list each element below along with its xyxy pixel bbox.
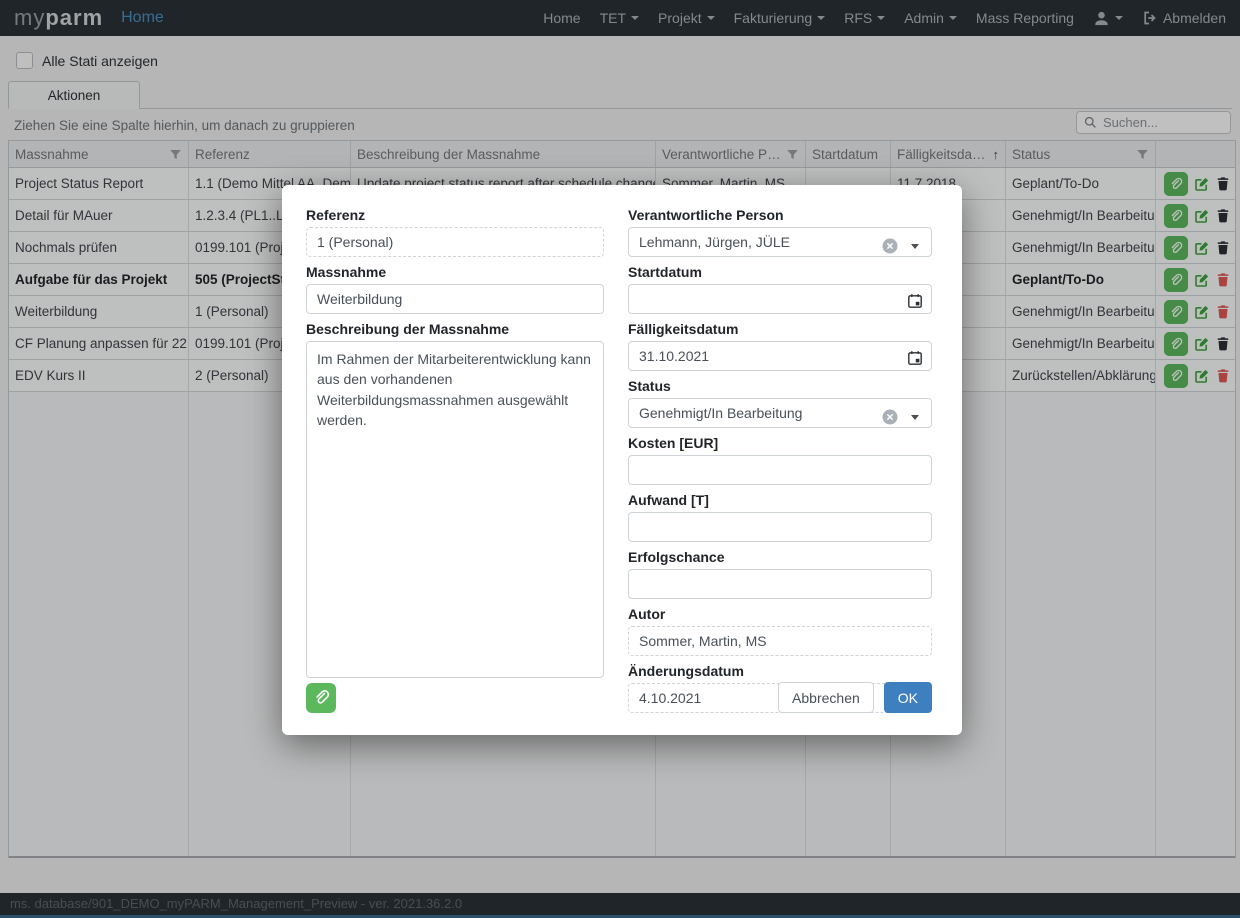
kosten-label: Kosten [EUR] — [628, 435, 932, 451]
chevron-down-icon[interactable] — [911, 244, 919, 249]
attachment-button[interactable] — [306, 683, 336, 713]
erfolgschance-label: Erfolgschance — [628, 549, 932, 565]
person-label: Verantwortliche Person — [628, 207, 932, 223]
calendar-icon[interactable] — [907, 350, 923, 366]
clear-icon[interactable] — [882, 238, 898, 254]
clear-icon[interactable] — [882, 409, 898, 425]
paperclip-icon — [313, 689, 330, 706]
aufwand-label: Aufwand [T] — [628, 492, 932, 508]
calendar-icon[interactable] — [907, 293, 923, 309]
massnahme-label: Massnahme — [306, 264, 604, 280]
edit-action-dialog: Referenz Massnahme Beschreibung der Mass… — [282, 185, 962, 735]
faelligkeitsdatum-field[interactable] — [628, 341, 932, 371]
beschreibung-label: Beschreibung der Massnahme — [306, 321, 604, 337]
aenderungsdatum-label: Änderungsdatum — [628, 663, 932, 679]
chevron-down-icon[interactable] — [911, 415, 919, 420]
beschreibung-field[interactable]: Im Rahmen der Mitarbeiterentwicklung kan… — [306, 341, 604, 678]
autor-label: Autor — [628, 606, 932, 622]
startdatum-label: Startdatum — [628, 264, 932, 280]
kosten-field[interactable] — [628, 455, 932, 485]
aufwand-field[interactable] — [628, 512, 932, 542]
cancel-button[interactable]: Abbrechen — [778, 682, 874, 713]
dialog-footer: Abbrechen OK — [306, 682, 932, 713]
referenz-label: Referenz — [306, 207, 604, 223]
ok-button[interactable]: OK — [884, 682, 932, 713]
referenz-field — [306, 227, 604, 257]
autor-field — [628, 626, 932, 656]
status-label: Status — [628, 378, 932, 394]
faelligkeitsdatum-label: Fälligkeitsdatum — [628, 321, 932, 337]
app-window: myparm Home Home TET Projekt Fakturierun… — [0, 0, 1240, 918]
startdatum-field[interactable] — [628, 284, 932, 314]
erfolgschance-field[interactable] — [628, 569, 932, 599]
massnahme-field[interactable] — [306, 284, 604, 314]
